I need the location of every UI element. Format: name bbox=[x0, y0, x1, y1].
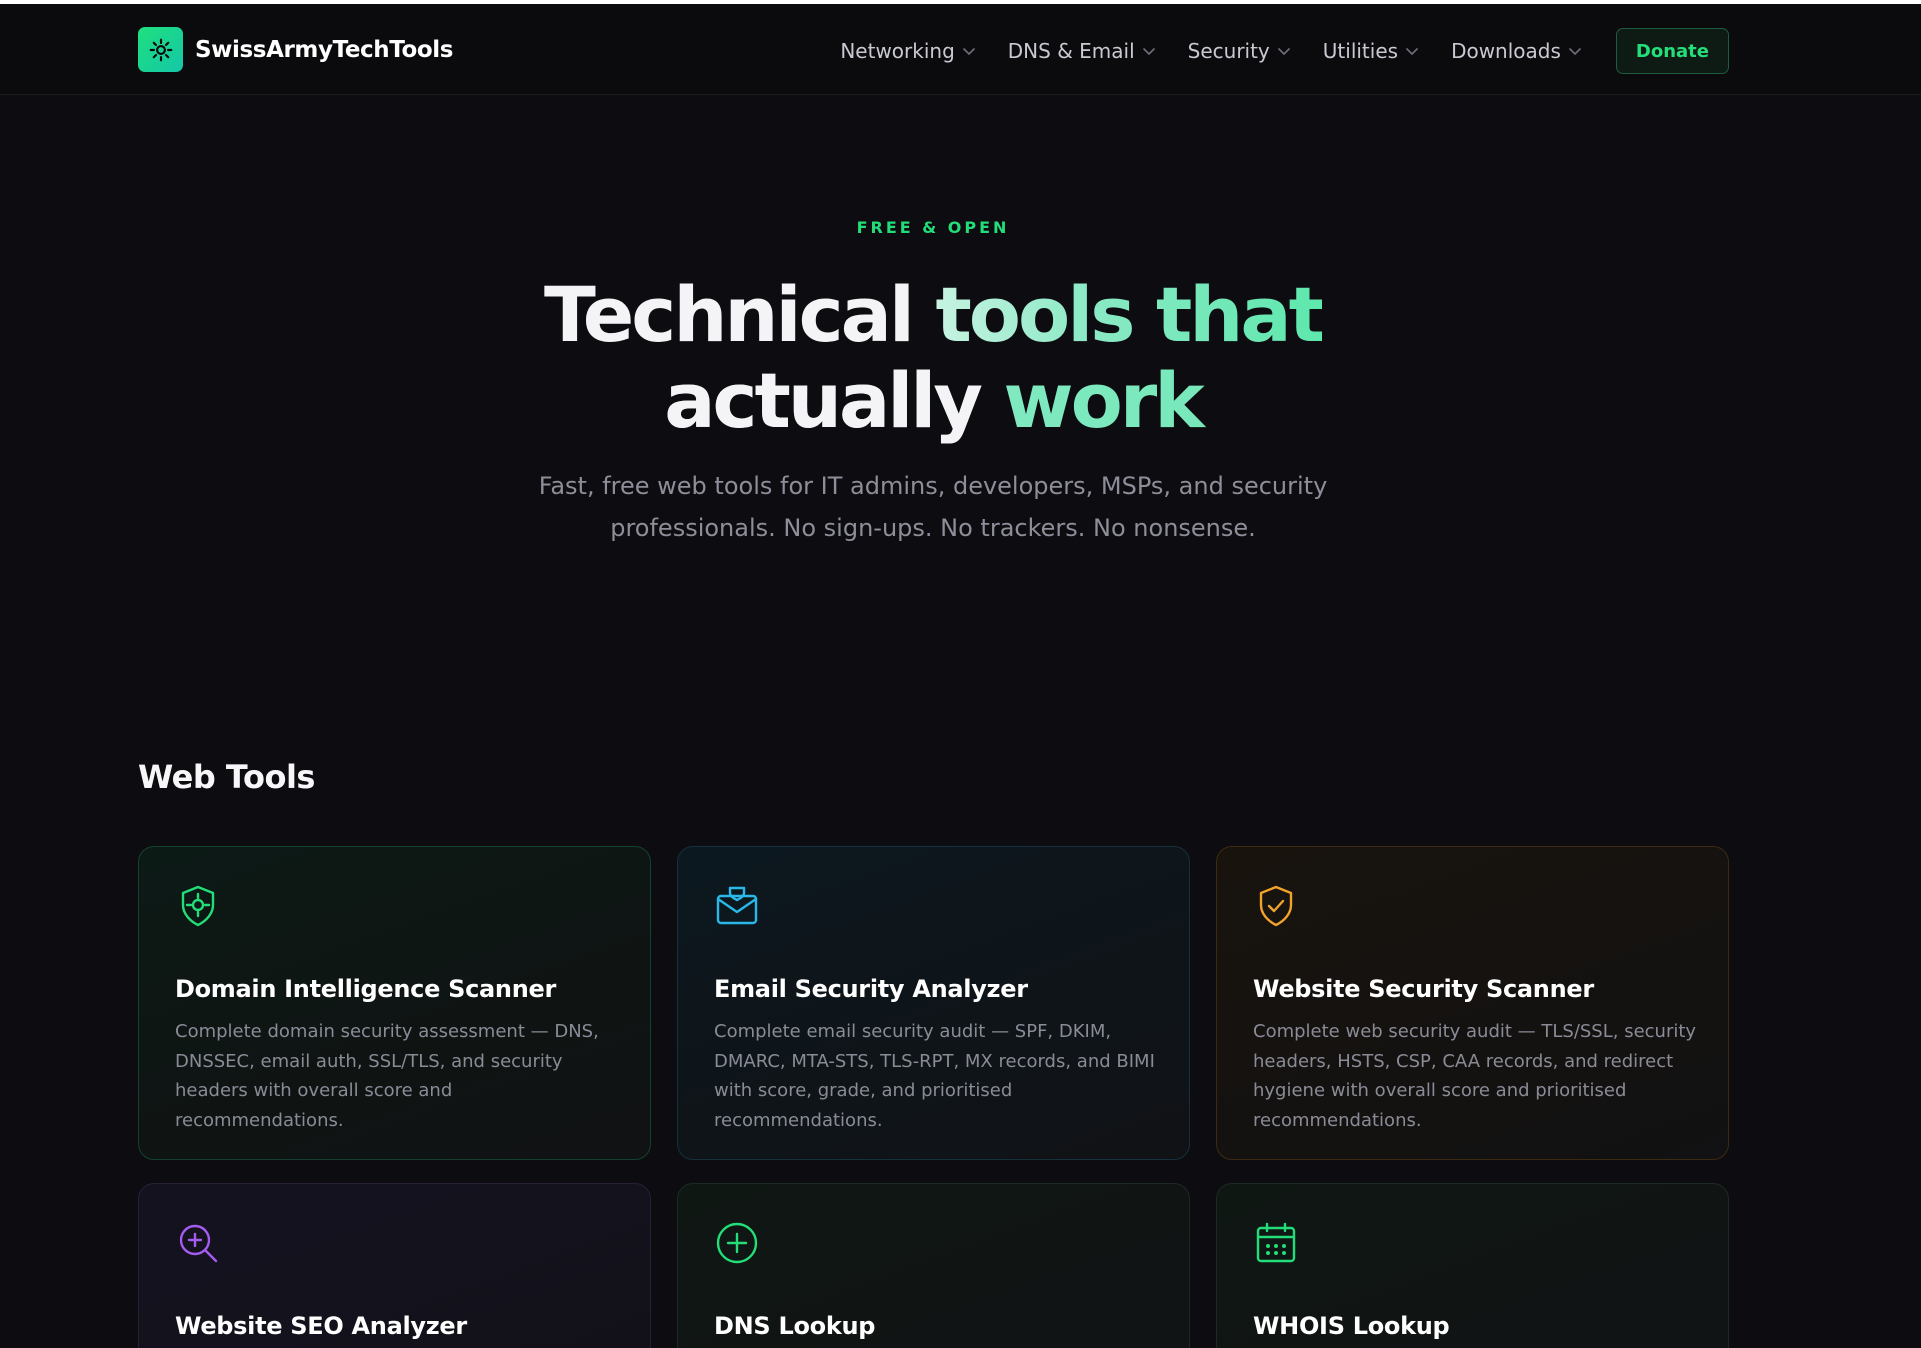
nav-label: Downloads bbox=[1451, 39, 1561, 63]
card-title: Email Security Analyzer bbox=[714, 975, 1028, 1003]
mail-shield-icon bbox=[714, 883, 760, 929]
tool-card-domain-intelligence[interactable]: Domain Intelligence Scanner Complete dom… bbox=[138, 846, 651, 1160]
hero-title-line-1: Technical tools that bbox=[0, 272, 1866, 358]
brand-name: SwissArmyTechTools bbox=[195, 36, 454, 63]
tool-card-whois-lookup[interactable]: WHOIS Lookup bbox=[1216, 1183, 1729, 1348]
nav-dns-email[interactable]: DNS & Email bbox=[1008, 39, 1156, 63]
shield-target-icon bbox=[175, 883, 221, 929]
calendar-icon bbox=[1253, 1220, 1299, 1266]
brand-link[interactable]: SwissArmyTechTools bbox=[138, 27, 453, 72]
chevron-down-icon bbox=[1568, 47, 1582, 56]
hero-title: Technical tools that actually work bbox=[0, 272, 1866, 444]
card-title: WHOIS Lookup bbox=[1253, 1312, 1450, 1340]
tool-card-dns-lookup[interactable]: DNS Lookup bbox=[677, 1183, 1190, 1348]
site-header: SwissArmyTechTools Networking DNS & Emai… bbox=[0, 4, 1921, 95]
hero-title-highlight: work bbox=[1003, 356, 1202, 445]
nav-security[interactable]: Security bbox=[1188, 39, 1291, 63]
hero-eyebrow: FREE & OPEN bbox=[856, 218, 1010, 237]
card-description: Complete domain security assessment — DN… bbox=[175, 1021, 599, 1131]
card-description: Complete web security audit — TLS/SSL, s… bbox=[1253, 1021, 1697, 1131]
main-nav: Networking DNS & Email Security Utilitie… bbox=[840, 28, 1729, 74]
page: SwissArmyTechTools Networking DNS & Emai… bbox=[0, 0, 1921, 1348]
section-title-web-tools: Web Tools bbox=[138, 758, 315, 796]
tool-card-email-security[interactable]: Email Security Analyzer Complete email s… bbox=[677, 846, 1190, 1160]
shield-check-icon bbox=[1253, 883, 1299, 929]
card-title: Domain Intelligence Scanner bbox=[175, 975, 557, 1003]
hero-title-line-2: actually work bbox=[0, 358, 1866, 444]
hero-title-word: actually bbox=[664, 356, 983, 445]
card-title: Website SEO Analyzer bbox=[175, 1312, 467, 1340]
card-title: Website Security Scanner bbox=[1253, 975, 1594, 1003]
chevron-down-icon bbox=[1277, 47, 1291, 56]
nav-label: Networking bbox=[840, 39, 955, 63]
nav-label: Security bbox=[1187, 39, 1270, 63]
card-title: DNS Lookup bbox=[714, 1312, 876, 1340]
hero-title-word: Technical bbox=[543, 270, 915, 359]
plus-circle-icon bbox=[714, 1220, 760, 1266]
search-plus-icon bbox=[175, 1220, 221, 1266]
hero-title-highlight: tools that bbox=[935, 270, 1325, 359]
nav-utilities[interactable]: Utilities bbox=[1323, 39, 1419, 63]
card-description: Complete email security audit — SPF, DKI… bbox=[714, 1021, 1155, 1131]
nav-label: Utilities bbox=[1322, 39, 1399, 63]
chevron-down-icon bbox=[1142, 47, 1156, 56]
chevron-down-icon bbox=[1405, 47, 1419, 56]
nav-label: DNS & Email bbox=[1007, 39, 1135, 63]
logo-gear-icon bbox=[138, 27, 183, 72]
donate-button[interactable]: Donate bbox=[1615, 28, 1729, 74]
chevron-down-icon bbox=[962, 47, 976, 56]
tool-card-website-security[interactable]: Website Security Scanner Complete web se… bbox=[1216, 846, 1729, 1160]
nav-downloads[interactable]: Downloads bbox=[1451, 39, 1582, 63]
hero-subtitle: Fast, free web tools for IT admins, deve… bbox=[538, 472, 1328, 542]
tool-card-seo-analyzer[interactable]: Website SEO Analyzer bbox=[138, 1183, 651, 1348]
nav-networking[interactable]: Networking bbox=[840, 39, 975, 63]
